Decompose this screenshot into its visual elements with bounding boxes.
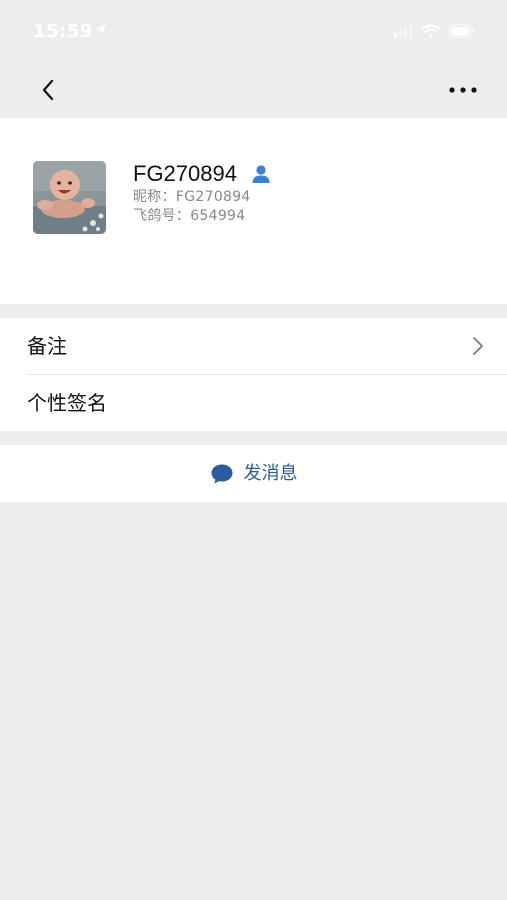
battery-icon	[448, 24, 474, 38]
profile-nickname: 昵称：FG270894	[133, 189, 251, 205]
list-item-remark[interactable]: 备注	[0, 318, 507, 374]
nav-bar	[0, 60, 507, 118]
person-icon	[252, 165, 270, 183]
location-arrow-icon	[96, 24, 106, 35]
avatar-image	[33, 161, 106, 234]
more-button[interactable]	[443, 70, 483, 110]
status-indicators	[394, 24, 474, 38]
chevron-right-icon	[473, 337, 483, 355]
send-message-content: 发消息	[210, 463, 298, 485]
more-dots-icon	[449, 87, 477, 93]
profile-name: FG270894	[133, 161, 237, 186]
list-item-signature[interactable]: 个性签名	[0, 375, 507, 431]
wifi-icon	[421, 24, 441, 38]
signature-label: 个性签名	[27, 391, 107, 415]
back-button[interactable]	[30, 70, 66, 110]
profile-card: FG270894 昵称：FG270894 飞鸽号：654994	[0, 118, 507, 304]
send-message-label: 发消息	[243, 462, 298, 484]
avatar[interactable]	[33, 161, 106, 234]
signal-icon	[394, 24, 412, 38]
status-bar: 15:59	[0, 0, 507, 60]
status-time: 15:59	[33, 21, 93, 42]
settings-list: 备注 个性签名	[0, 318, 507, 431]
send-message-button[interactable]: 发消息	[0, 445, 507, 502]
profile-id: 飞鸽号：654994	[133, 208, 246, 224]
chevron-left-icon	[42, 79, 54, 101]
chat-bubble-icon	[211, 464, 232, 483]
remark-label: 备注	[27, 334, 67, 358]
